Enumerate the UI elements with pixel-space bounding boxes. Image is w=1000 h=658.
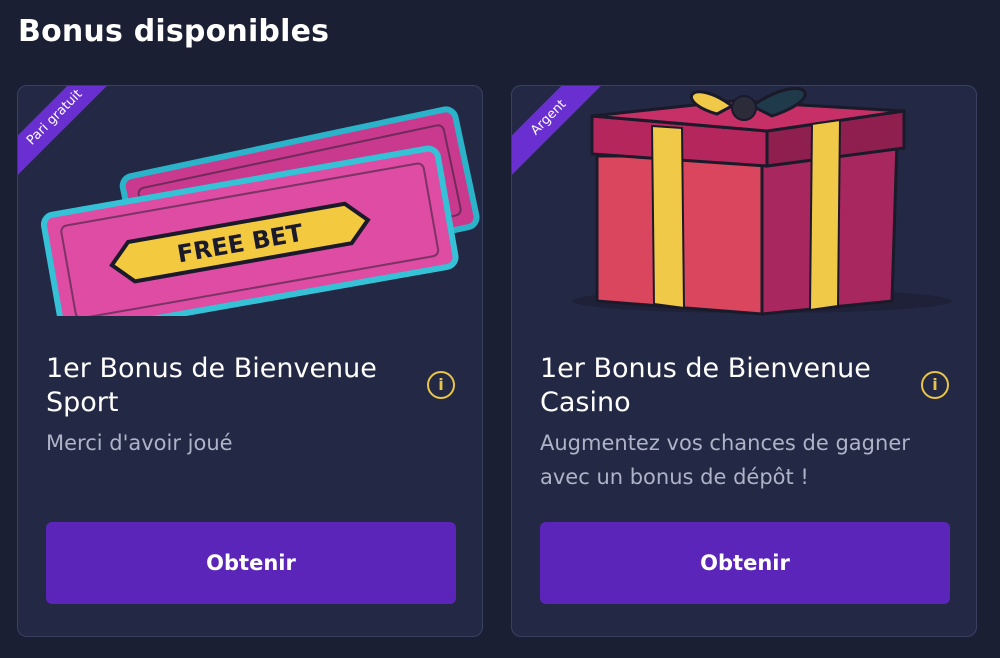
page-title: Bonus disponibles: [18, 14, 330, 49]
card-title: 1er Bonus de Bienvenue Sport: [46, 353, 377, 418]
obtain-button[interactable]: Obtenir: [540, 522, 950, 604]
bonus-card-sport: FREE BET Pari gratuit 1er Bonus de Bienv…: [17, 85, 483, 637]
card-description: Merci d'avoir joué: [46, 431, 233, 455]
obtain-button[interactable]: Obtenir: [46, 522, 456, 604]
free-bet-ticket-image: FREE BET: [40, 106, 480, 316]
card-description: Augmentez vos chances de gagner avec un …: [540, 431, 910, 489]
info-icon[interactable]: i: [427, 371, 455, 399]
info-icon[interactable]: i: [921, 371, 949, 399]
card-title: 1er Bonus de Bienvenue Casino: [540, 353, 871, 418]
bonus-card-casino: Argent 1er Bonus de Bienvenue Casino i A…: [511, 85, 977, 637]
gift-box-image: [572, 87, 952, 316]
